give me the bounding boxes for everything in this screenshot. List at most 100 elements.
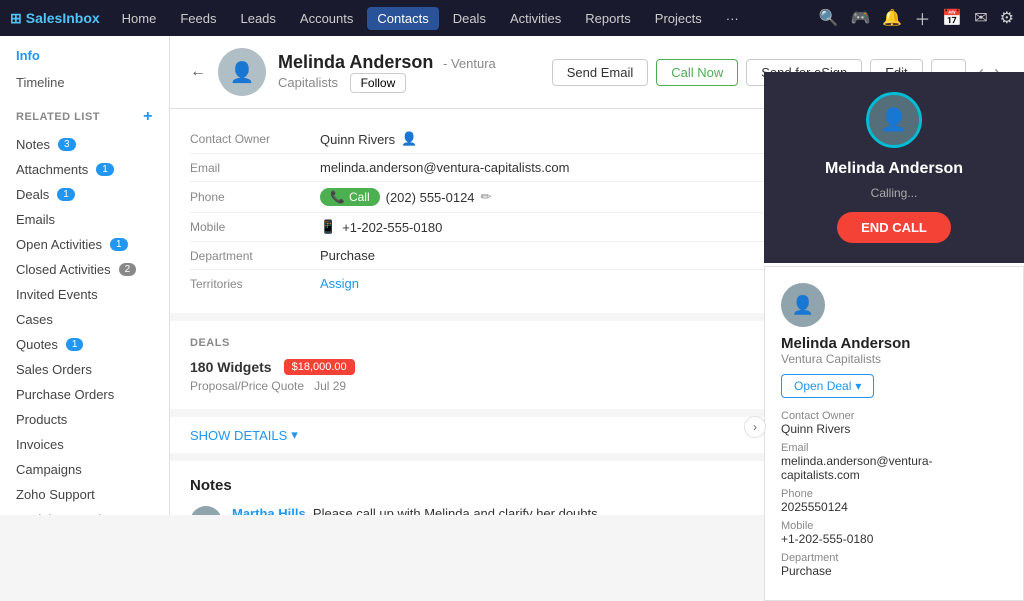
territories-label: Territories — [190, 277, 320, 291]
send-email-button[interactable]: Send Email — [552, 59, 648, 86]
calling-avatar: 👤 — [866, 92, 922, 148]
territories-value: Assign — [320, 276, 359, 291]
deal-amount-badge: $18,000.00 — [284, 359, 355, 375]
chevron-down-icon: ▾ — [855, 379, 861, 393]
panel-department-label: Department — [781, 552, 1007, 564]
person-icon[interactable]: 👤 — [401, 131, 417, 147]
panel-mobile-field: Mobile +1-202-555-0180 — [781, 520, 1007, 546]
sidebar-item-quotes[interactable]: Quotes 1 — [0, 332, 169, 357]
contact-name-area: Melinda Anderson - Ventura Capitalists F… — [278, 52, 540, 93]
sidebar-item-zoho-support[interactable]: Zoho Support — [0, 482, 169, 507]
sidebar-item-social-interactions[interactable]: Social Interactions — [0, 507, 169, 515]
nav-leads[interactable]: Leads — [230, 7, 285, 30]
panel-mobile-value: +1-202-555-0180 — [781, 532, 1007, 546]
mail-icon[interactable]: ✉ — [974, 8, 987, 28]
sidebar-item-invoices[interactable]: Invoices — [0, 432, 169, 457]
deal-stage: Proposal/Price Quote — [190, 379, 304, 393]
top-nav: ⊞ SalesInbox Home Feeds Leads Accounts C… — [0, 0, 1024, 36]
deal-date: Jul 29 — [314, 379, 346, 393]
nav-icons: 🔍 🎮 🔔 ＋ 📅 ✉ ⚙ — [819, 6, 1014, 30]
call-now-button[interactable]: Call Now — [656, 59, 738, 86]
note-text-1: Martha Hills, Please call up with Melind… — [232, 506, 601, 515]
panel-owner-value: Quinn Rivers — [781, 422, 1007, 436]
back-button[interactable]: ← — [190, 63, 206, 81]
sidebar-item-purchase-orders[interactable]: Purchase Orders — [0, 382, 169, 407]
edit-phone-icon[interactable]: ✏ — [481, 189, 492, 205]
sidebar-item-cases[interactable]: Cases — [0, 307, 169, 332]
assign-link[interactable]: Assign — [320, 276, 359, 291]
sidebar-item-info[interactable]: Info — [0, 36, 169, 71]
call-phone-button[interactable]: 📞 Call — [320, 188, 380, 206]
panel-avatar: 👤 — [781, 283, 825, 327]
attachments-badge: 1 — [96, 163, 114, 176]
panel-phone-value: 2025550124 — [781, 500, 1007, 514]
panel-department-value: Purchase — [781, 564, 1007, 578]
brand-logo[interactable]: ⊞ SalesInbox — [10, 10, 100, 27]
contact-owner-value: Quinn Rivers 👤 — [320, 131, 417, 147]
nav-deals[interactable]: Deals — [443, 7, 496, 30]
sidebar-item-closed-activities[interactable]: Closed Activities 2 — [0, 257, 169, 282]
nav-projects[interactable]: Projects — [645, 7, 712, 30]
deals-badge: 1 — [57, 188, 75, 201]
bell-icon[interactable]: 🔔 — [882, 8, 902, 28]
sidebar-item-attachments[interactable]: Attachments 1 — [0, 157, 169, 182]
panel-contact-name: Melinda Anderson — [781, 335, 1007, 352]
search-icon[interactable]: 🔍 — [819, 8, 839, 28]
notes-badge: 3 — [58, 138, 76, 151]
department-label: Department — [190, 249, 320, 263]
contact-info-panel: 👤 Melinda Anderson Ventura Capitalists O… — [764, 266, 1024, 601]
sidebar: Info Timeline RELATED LIST + Notes 3 Att… — [0, 36, 170, 515]
gamepad-icon[interactable]: 🎮 — [850, 8, 870, 28]
related-list-header: RELATED LIST + — [0, 98, 169, 132]
add-icon[interactable]: ＋ — [914, 6, 930, 30]
panel-owner-label: Contact Owner — [781, 410, 1007, 422]
nav-more[interactable]: ··· — [716, 7, 749, 30]
add-related-icon[interactable]: + — [143, 108, 153, 126]
email-label: Email — [190, 161, 320, 175]
calling-panel: 👤 Melinda Anderson Calling... END CALL — [764, 72, 1024, 263]
sidebar-item-open-activities[interactable]: Open Activities 1 — [0, 232, 169, 257]
deal-name[interactable]: 180 Widgets — [190, 359, 272, 375]
sidebar-item-emails[interactable]: Emails — [0, 207, 169, 232]
email-value: melinda.anderson@ventura-capitalists.com — [320, 160, 569, 175]
sidebar-item-campaigns[interactable]: Campaigns — [0, 457, 169, 482]
sidebar-item-invited-events[interactable]: Invited Events — [0, 282, 169, 307]
phone-number: (202) 555-0124 — [386, 190, 475, 205]
phone-label: Phone — [190, 190, 320, 204]
sidebar-item-products[interactable]: Products — [0, 407, 169, 432]
mobile-label: Mobile — [190, 220, 320, 234]
sidebar-item-notes[interactable]: Notes 3 — [0, 132, 169, 157]
closed-activities-badge: 2 — [119, 263, 137, 276]
panel-owner-field: Contact Owner Quinn Rivers — [781, 410, 1007, 436]
mobile-value: 📱 +1-202-555-0180 — [320, 219, 442, 235]
end-call-button[interactable]: END CALL — [837, 212, 951, 243]
panel-phone-label: Phone — [781, 488, 1007, 500]
panel-mobile-label: Mobile — [781, 520, 1007, 532]
nav-activities[interactable]: Activities — [500, 7, 571, 30]
calendar-icon[interactable]: 📅 — [942, 8, 962, 28]
phone-value: 📞 Call (202) 555-0124 ✏ — [320, 188, 491, 206]
contact-owner-label: Contact Owner — [190, 132, 320, 146]
calling-status: Calling... — [871, 186, 918, 200]
note-author-1[interactable]: Martha Hills — [232, 506, 306, 515]
nav-reports[interactable]: Reports — [575, 7, 641, 30]
open-deal-button[interactable]: Open Deal ▾ — [781, 374, 874, 398]
panel-email-field: Email melinda.anderson@ventura-capitalis… — [781, 442, 1007, 482]
follow-button[interactable]: Follow — [350, 73, 407, 93]
nav-accounts[interactable]: Accounts — [290, 7, 363, 30]
sidebar-item-timeline[interactable]: Timeline — [0, 71, 169, 98]
contact-name: Melinda Anderson — [278, 52, 433, 72]
collapse-panel-button[interactable]: › — [744, 416, 766, 438]
calling-name: Melinda Anderson — [825, 160, 963, 178]
sidebar-item-deals[interactable]: Deals 1 — [0, 182, 169, 207]
open-activities-badge: 1 — [110, 238, 128, 251]
panel-department-field: Department Purchase — [781, 552, 1007, 578]
sidebar-item-sales-orders[interactable]: Sales Orders — [0, 357, 169, 382]
nav-home[interactable]: Home — [112, 7, 167, 30]
panel-email-label: Email — [781, 442, 1007, 454]
panel-phone-field: Phone 2025550124 — [781, 488, 1007, 514]
settings-icon[interactable]: ⚙ — [1000, 8, 1014, 28]
department-value: Purchase — [320, 248, 375, 263]
nav-feeds[interactable]: Feeds — [170, 7, 226, 30]
nav-contacts[interactable]: Contacts — [367, 7, 438, 30]
